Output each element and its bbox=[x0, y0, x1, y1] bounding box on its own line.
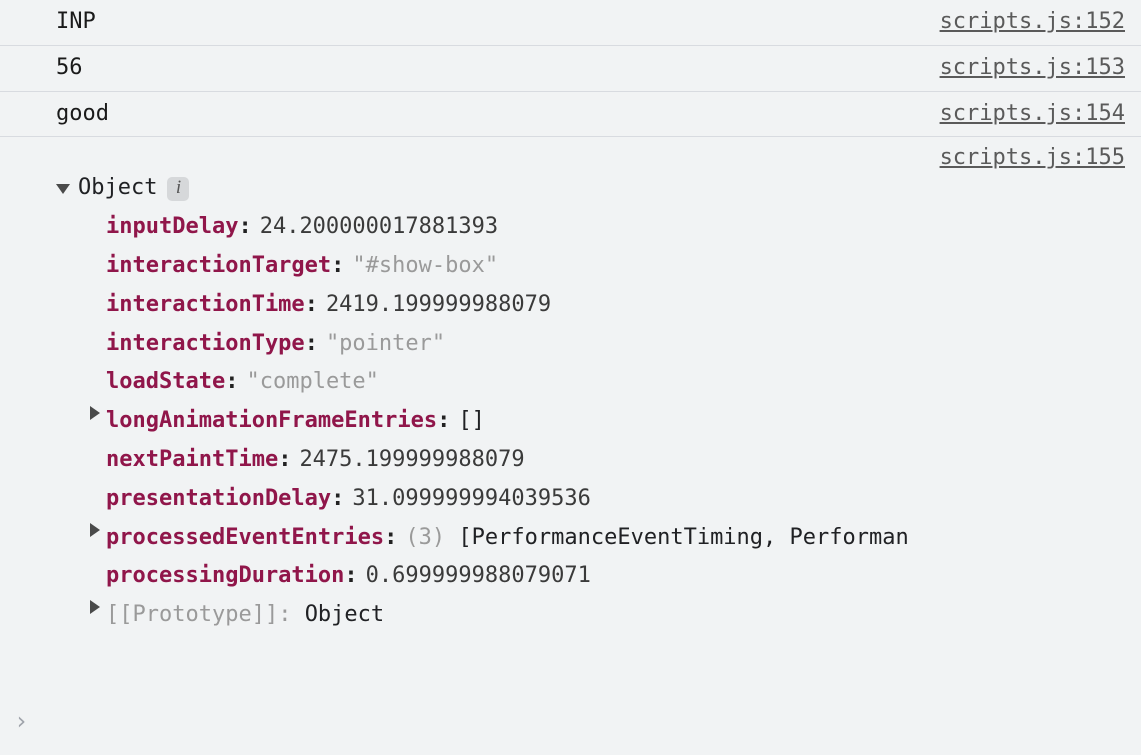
log-object-row: scripts.js:155 Object i inputDelay: 24.2… bbox=[0, 137, 1141, 643]
property-value: "pointer" bbox=[326, 329, 445, 360]
property-row-expandable[interactable]: processedEventEntries: (3) [PerformanceE… bbox=[84, 519, 1125, 558]
log-text: INP bbox=[56, 7, 96, 38]
console-panel: INP scripts.js:152 56 scripts.js:153 goo… bbox=[0, 0, 1141, 755]
property-value: 0.699999988079071 bbox=[366, 561, 591, 592]
property-row-prototype[interactable]: [[Prototype]]: Object bbox=[84, 596, 1125, 635]
property-value: 2475.199999988079 bbox=[299, 445, 524, 476]
object-label: Object bbox=[78, 173, 157, 204]
object-properties: inputDelay: 24.200000017881393 interacti… bbox=[56, 206, 1125, 635]
disclosure-triangle-right-icon[interactable] bbox=[84, 406, 106, 420]
disclosure-triangle-down-icon[interactable] bbox=[56, 184, 70, 194]
property-row: interactionType: "pointer" bbox=[84, 325, 1125, 364]
console-prompt-icon[interactable]: › bbox=[14, 705, 28, 739]
property-key: processingDuration bbox=[106, 561, 344, 592]
disclosure-triangle-right-icon[interactable] bbox=[84, 600, 106, 614]
property-value: [] bbox=[458, 406, 485, 437]
property-key: nextPaintTime bbox=[106, 445, 278, 476]
property-row: loadState: "complete" bbox=[84, 363, 1125, 402]
property-key: loadState bbox=[106, 367, 225, 398]
property-key: interactionTarget bbox=[106, 251, 331, 282]
property-key: interactionTime bbox=[106, 290, 305, 321]
property-value: [PerformanceEventTiming, Performan bbox=[458, 523, 908, 554]
property-key: longAnimationFrameEntries bbox=[106, 406, 437, 437]
property-key: inputDelay bbox=[106, 212, 238, 243]
log-row: 56 scripts.js:153 bbox=[0, 45, 1141, 91]
property-value: 24.200000017881393 bbox=[260, 212, 498, 243]
property-row-expandable[interactable]: longAnimationFrameEntries: [] bbox=[84, 402, 1125, 441]
property-value: 31.099999994039536 bbox=[352, 484, 590, 515]
property-key: interactionType bbox=[106, 329, 305, 360]
info-icon[interactable]: i bbox=[167, 177, 189, 201]
log-text: good bbox=[56, 99, 109, 130]
property-value: Object bbox=[305, 600, 384, 631]
disclosure-triangle-right-icon[interactable] bbox=[84, 523, 106, 537]
property-value: 2419.199999988079 bbox=[326, 290, 551, 321]
property-key: processedEventEntries bbox=[106, 523, 384, 554]
source-link[interactable]: scripts.js:152 bbox=[940, 7, 1125, 38]
property-count: (3) bbox=[405, 523, 445, 554]
log-row: INP scripts.js:152 bbox=[0, 0, 1141, 45]
source-link[interactable]: scripts.js:155 bbox=[940, 143, 1125, 174]
object-header[interactable]: Object i bbox=[56, 171, 1125, 206]
property-row: processingDuration: 0.699999988079071 bbox=[84, 557, 1125, 596]
property-row: interactionTime: 2419.199999988079 bbox=[84, 286, 1125, 325]
log-text: 56 bbox=[56, 53, 83, 84]
property-row: inputDelay: 24.200000017881393 bbox=[84, 208, 1125, 247]
property-row: presentationDelay: 31.099999994039536 bbox=[84, 480, 1125, 519]
source-link[interactable]: scripts.js:154 bbox=[940, 99, 1125, 130]
property-value: "complete" bbox=[246, 367, 378, 398]
property-value: "#show-box" bbox=[352, 251, 498, 282]
property-key: presentationDelay bbox=[106, 484, 331, 515]
source-link[interactable]: scripts.js:153 bbox=[940, 53, 1125, 84]
property-row: interactionTarget: "#show-box" bbox=[84, 247, 1125, 286]
property-key: [[Prototype]] bbox=[106, 600, 278, 631]
log-row: good scripts.js:154 bbox=[0, 91, 1141, 138]
property-row: nextPaintTime: 2475.199999988079 bbox=[84, 441, 1125, 480]
